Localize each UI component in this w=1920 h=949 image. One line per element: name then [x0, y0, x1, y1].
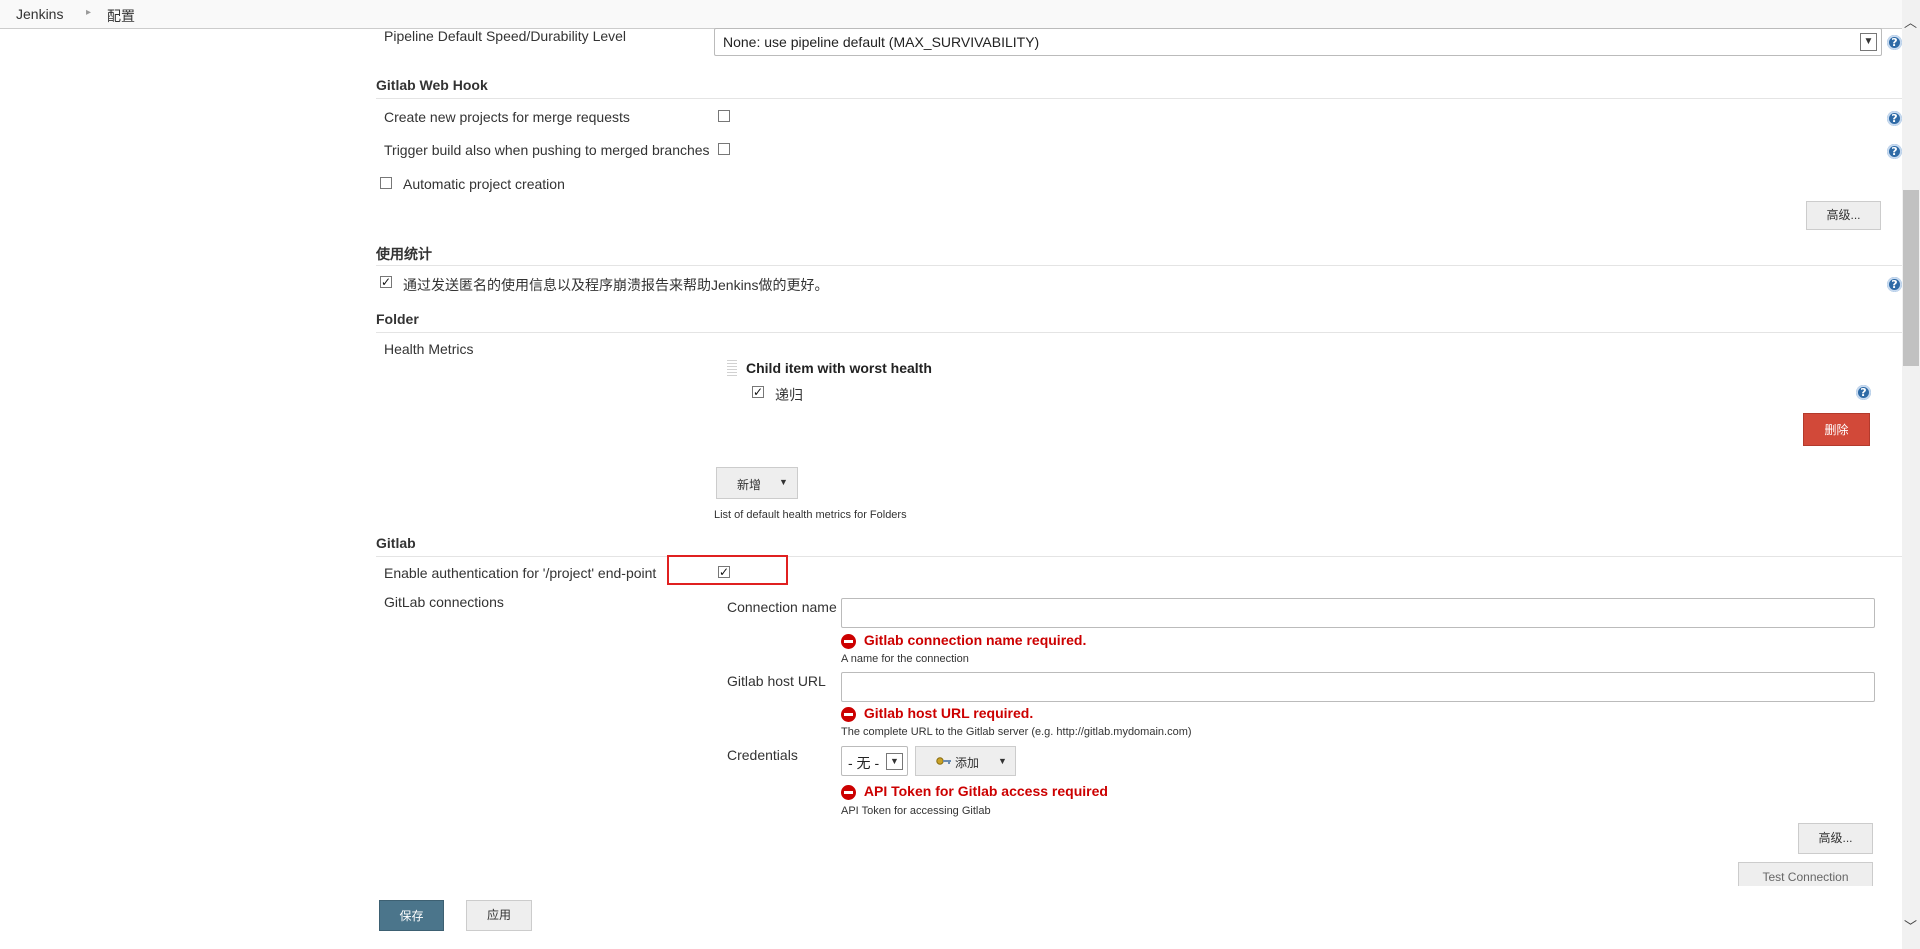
api-token-error: API Token for Gitlab access required [841, 783, 1108, 800]
section-title-gitlab-webhook: Gitlab Web Hook [376, 77, 488, 93]
create-projects-checkbox[interactable] [718, 110, 730, 122]
delete-metric-button[interactable]: 删除 [1803, 413, 1870, 446]
health-metrics-description: List of default health metrics for Folde… [714, 509, 907, 521]
gitlab-connections-label: GitLab connections [384, 594, 504, 610]
section-title-usage-stats: 使用统计 [376, 246, 432, 262]
scroll-down-icon[interactable]: ﹀ [1904, 916, 1917, 935]
host-url-description: The complete URL to the Gitlab server (e… [841, 726, 1192, 738]
scrollbar[interactable] [1902, 0, 1920, 949]
recursive-checkbox[interactable]: ✓ [752, 386, 764, 398]
api-token-description: API Token for accessing Gitlab [841, 805, 991, 817]
error-icon [841, 633, 856, 649]
usage-stats-label: 通过发送匿名的使用信息以及程序崩溃报告来帮助Jenkins做的更好。 [403, 277, 829, 293]
breadcrumb-jenkins-link[interactable]: Jenkins [16, 6, 63, 22]
connection-name-label: Connection name [727, 599, 837, 615]
section-divider [376, 98, 1902, 99]
error-icon [841, 706, 856, 722]
enable-auth-checkbox[interactable]: ✓ [718, 566, 730, 578]
connection-name-description: A name for the connection [841, 653, 969, 665]
caret-down-icon: ▼ [998, 756, 1007, 766]
chevron-down-icon[interactable]: ▼ [1860, 33, 1877, 51]
section-divider [376, 332, 1902, 333]
drag-handle-icon[interactable] [727, 360, 737, 376]
breadcrumb: Jenkins ▸ 配置 [0, 0, 1920, 29]
health-metrics-label: Health Metrics [384, 341, 474, 357]
section-divider [376, 556, 1902, 557]
api-token-error-text: API Token for Gitlab access required [863, 783, 1108, 799]
trigger-build-checkbox[interactable] [718, 143, 730, 155]
apply-button[interactable]: 应用 [466, 900, 532, 931]
trigger-build-label: Trigger build also when pushing to merge… [384, 142, 710, 158]
credentials-selected-value: - 无 - [848, 755, 880, 771]
credentials-select[interactable]: - 无 - ▼ [841, 746, 908, 776]
scrollbar-thumb[interactable] [1903, 190, 1919, 366]
webhook-advanced-button[interactable]: 高级... [1806, 201, 1881, 230]
host-url-error-text: Gitlab host URL required. [863, 705, 1034, 721]
section-title-folder: Folder [376, 311, 419, 327]
caret-down-icon: ▼ [779, 477, 788, 487]
pipeline-speed-select[interactable]: None: use pipeline default (MAX_SURVIVAB… [714, 28, 1882, 56]
gitlab-advanced-button[interactable]: 高级... [1798, 823, 1873, 854]
help-icon[interactable]: ? [1887, 111, 1902, 126]
help-icon[interactable]: ? [1856, 385, 1871, 400]
connection-name-error: Gitlab connection name required. [841, 632, 1086, 649]
add-metric-button[interactable]: 新增 ▼ [716, 467, 798, 499]
key-icon [936, 755, 952, 767]
auto-project-creation-checkbox[interactable] [380, 177, 392, 189]
auto-project-creation-label: Automatic project creation [403, 176, 565, 192]
host-url-error: Gitlab host URL required. [841, 705, 1033, 722]
pipeline-speed-label: Pipeline Default Speed/Durability Level [384, 28, 627, 44]
health-metric-title: Child item with worst health [746, 360, 932, 376]
enable-auth-label: Enable authentication for '/project' end… [384, 565, 657, 581]
add-metric-label: 新增 [737, 478, 762, 492]
bottom-sticker [0, 886, 1902, 949]
section-divider [376, 265, 1902, 266]
help-icon[interactable]: ? [1887, 144, 1902, 159]
chevron-down-icon[interactable]: ▼ [886, 753, 903, 770]
usage-stats-checkbox[interactable]: ✓ [380, 276, 392, 288]
host-url-input[interactable] [841, 672, 1875, 702]
breadcrumb-separator-icon: ▸ [86, 7, 92, 18]
connection-name-error-text: Gitlab connection name required. [863, 632, 1087, 648]
recursive-label: 递归 [775, 387, 803, 403]
help-icon[interactable]: ? [1887, 277, 1902, 292]
section-title-gitlab: Gitlab [376, 535, 416, 551]
breadcrumb-configure-link[interactable]: 配置 [107, 6, 135, 26]
error-icon [841, 784, 856, 800]
help-icon[interactable]: ? [1887, 35, 1902, 50]
save-button[interactable]: 保存 [379, 900, 444, 931]
host-url-label: Gitlab host URL [727, 673, 826, 689]
connection-name-input[interactable] [841, 598, 1875, 628]
pipeline-speed-selected-value: None: use pipeline default (MAX_SURVIVAB… [723, 34, 1040, 50]
credentials-add-label: 添加 [955, 756, 980, 770]
credentials-add-button[interactable]: 添加 ▼ [915, 746, 1016, 776]
credentials-label: Credentials [727, 747, 798, 763]
scroll-up-icon[interactable]: ︿ [1904, 12, 1917, 31]
create-projects-label: Create new projects for merge requests [384, 109, 630, 125]
test-connection-button[interactable]: Test Connection [1738, 862, 1873, 886]
